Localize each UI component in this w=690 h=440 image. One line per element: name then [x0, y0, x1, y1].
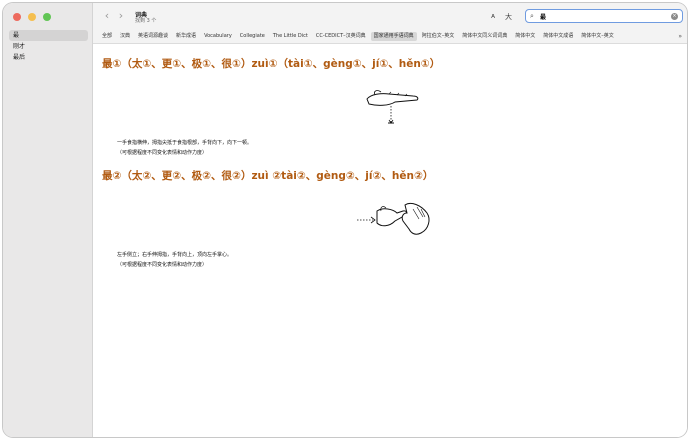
zoom-window-button[interactable]	[43, 13, 51, 21]
search-icon: ⌕	[530, 12, 534, 20]
tab-chinese-english[interactable]: 简体中文–英文	[578, 32, 617, 41]
tab-all[interactable]: 全部	[99, 32, 115, 41]
entry-description-1: 一手食指横伸，拇指尖抵于食指根部，手背向下，向下一顿。	[117, 140, 253, 146]
tab-cc-cedict[interactable]: CC-CEDICT–汉英词典	[313, 32, 369, 41]
result-count: 找到 3 个	[135, 18, 157, 24]
tab-simplified-chinese[interactable]: 简体中文	[512, 32, 538, 41]
close-window-button[interactable]	[13, 13, 21, 21]
back-button[interactable]: ‹	[101, 10, 113, 22]
font-larger-button[interactable]: 大	[505, 12, 512, 22]
entry-description-2: 左手侧立；右手伸拇指，手背向上，顶向左手掌心。	[117, 252, 233, 258]
minimize-window-button[interactable]	[28, 13, 36, 21]
search-input[interactable]: 最	[540, 12, 546, 21]
tab-xinhua-idioms[interactable]: 新华成语	[173, 32, 199, 41]
entry-title-2: 最②（太②、更②、极②、很②）zuì ②tài②、gèng②、jí②、hěn②）	[102, 170, 434, 182]
sidebar-item-0[interactable]: 最	[9, 30, 88, 41]
entry-note-1: （可根据程度不同变化表情和动作力度）	[117, 150, 208, 156]
tab-sign-language[interactable]: 国家通用手语词典	[370, 32, 417, 41]
main-area: ‹ › 词典 找到 3 个 ᴀ 大 ⌕ 最 × 全部 汉典 英语词源趣谈 新华成…	[93, 3, 687, 437]
more-tabs-icon[interactable]: »	[678, 33, 682, 40]
chevron-right-icon: ›	[118, 9, 124, 22]
search-field[interactable]: ⌕ 最 ×	[525, 9, 683, 23]
tab-collegiate[interactable]: Collegiate	[237, 32, 268, 41]
tab-handian[interactable]: 汉典	[117, 32, 133, 41]
entry-note-2: （可根据程度不同变化表情和动作力度）	[117, 262, 208, 268]
clear-search-icon[interactable]: ×	[671, 12, 678, 20]
sidebar: 最 刚才 最后	[3, 3, 93, 437]
hand-sign-illustration-1	[366, 90, 419, 124]
sidebar-item-2[interactable]: 最后	[9, 52, 88, 63]
chevron-left-icon: ‹	[104, 9, 110, 22]
font-smaller-button[interactable]: ᴀ	[491, 12, 495, 20]
tab-arabic-english[interactable]: 阿拉伯文–英文	[419, 32, 458, 41]
hand-sign-illustration-2	[357, 202, 430, 235]
window-controls	[13, 13, 51, 21]
entry-title-1: 最①（太①、更①、极①、很①）zuì①（tài①、gèng①、jí①、hěn①）	[102, 58, 441, 70]
tab-synonyms[interactable]: 简体中文同义词词典	[459, 32, 510, 41]
sidebar-item-1[interactable]: 刚才	[9, 41, 88, 52]
tab-little-dict[interactable]: The Little Dict	[270, 32, 311, 41]
toolbar: ‹ › 词典 找到 3 个 ᴀ 大 ⌕ 最 ×	[93, 3, 687, 31]
definition-content: 最①（太①、更①、极①、很①）zuì①（tài①、gèng①、jí①、hěn①）…	[93, 44, 687, 437]
dictionary-tabs: 全部 汉典 英语词源趣谈 新华成语 Vocabulary Collegiate …	[93, 30, 687, 44]
forward-button[interactable]: ›	[115, 10, 127, 22]
tab-chinese-idioms[interactable]: 简体中文成语	[540, 32, 576, 41]
app-window: 最 刚才 最后 ‹ › 词典 找到 3 个 ᴀ 大 ⌕ 最 × 全部 汉典 英语…	[3, 3, 687, 437]
history-list: 最 刚才 最后	[9, 30, 88, 63]
tab-etymology[interactable]: 英语词源趣谈	[135, 32, 171, 41]
tab-vocabulary[interactable]: Vocabulary	[201, 32, 235, 41]
